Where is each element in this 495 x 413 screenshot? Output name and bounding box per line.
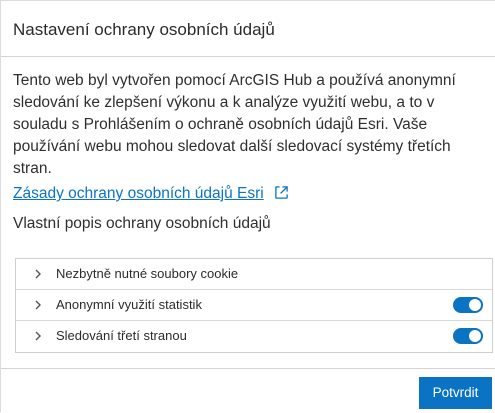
chevron-right-icon[interactable] xyxy=(32,299,44,311)
settings-row-label: Nezbytně nutné soubory cookie xyxy=(56,266,239,281)
settings-row-anonymous-stats[interactable]: Anonymní využití statistik xyxy=(16,290,492,321)
privacy-settings-list: Nezbytně nutné soubory cookie Anonymní v… xyxy=(15,258,493,353)
privacy-settings-dialog: Nastavení ochrany osobních údajů Tento w… xyxy=(0,0,495,412)
chevron-right-icon[interactable] xyxy=(32,268,44,280)
anonymous-stats-toggle[interactable] xyxy=(453,297,483,313)
toggle-knob xyxy=(469,330,481,342)
dialog-header: Nastavení ochrany osobních údajů xyxy=(1,1,495,57)
custom-privacy-description: Vlastní popis ochrany osobních údajů xyxy=(13,215,271,232)
dialog-title: Nastavení ochrany osobních údajů xyxy=(13,20,275,39)
settings-row-cookies[interactable]: Nezbytně nutné soubory cookie xyxy=(16,259,492,290)
settings-row-third-party[interactable]: Sledování třetí stranou xyxy=(16,321,492,352)
privacy-policy-link-row[interactable]: Zásady ochrany osobních údajů Esri xyxy=(13,183,289,205)
chevron-right-icon[interactable] xyxy=(32,330,44,342)
external-link-icon[interactable] xyxy=(274,185,289,200)
confirm-button[interactable]: Potvrdit xyxy=(419,377,492,409)
dialog-footer: Potvrdit xyxy=(1,368,495,413)
privacy-description: Tento web byl vytvořen pomocí ArcGIS Hub… xyxy=(13,72,456,177)
toggle-knob xyxy=(469,299,481,311)
third-party-tracking-toggle[interactable] xyxy=(453,328,483,344)
settings-row-label: Sledování třetí stranou xyxy=(56,328,187,343)
privacy-policy-link[interactable]: Zásady ochrany osobních údajů Esri xyxy=(13,185,264,202)
settings-row-label: Anonymní využití statistik xyxy=(56,297,202,312)
